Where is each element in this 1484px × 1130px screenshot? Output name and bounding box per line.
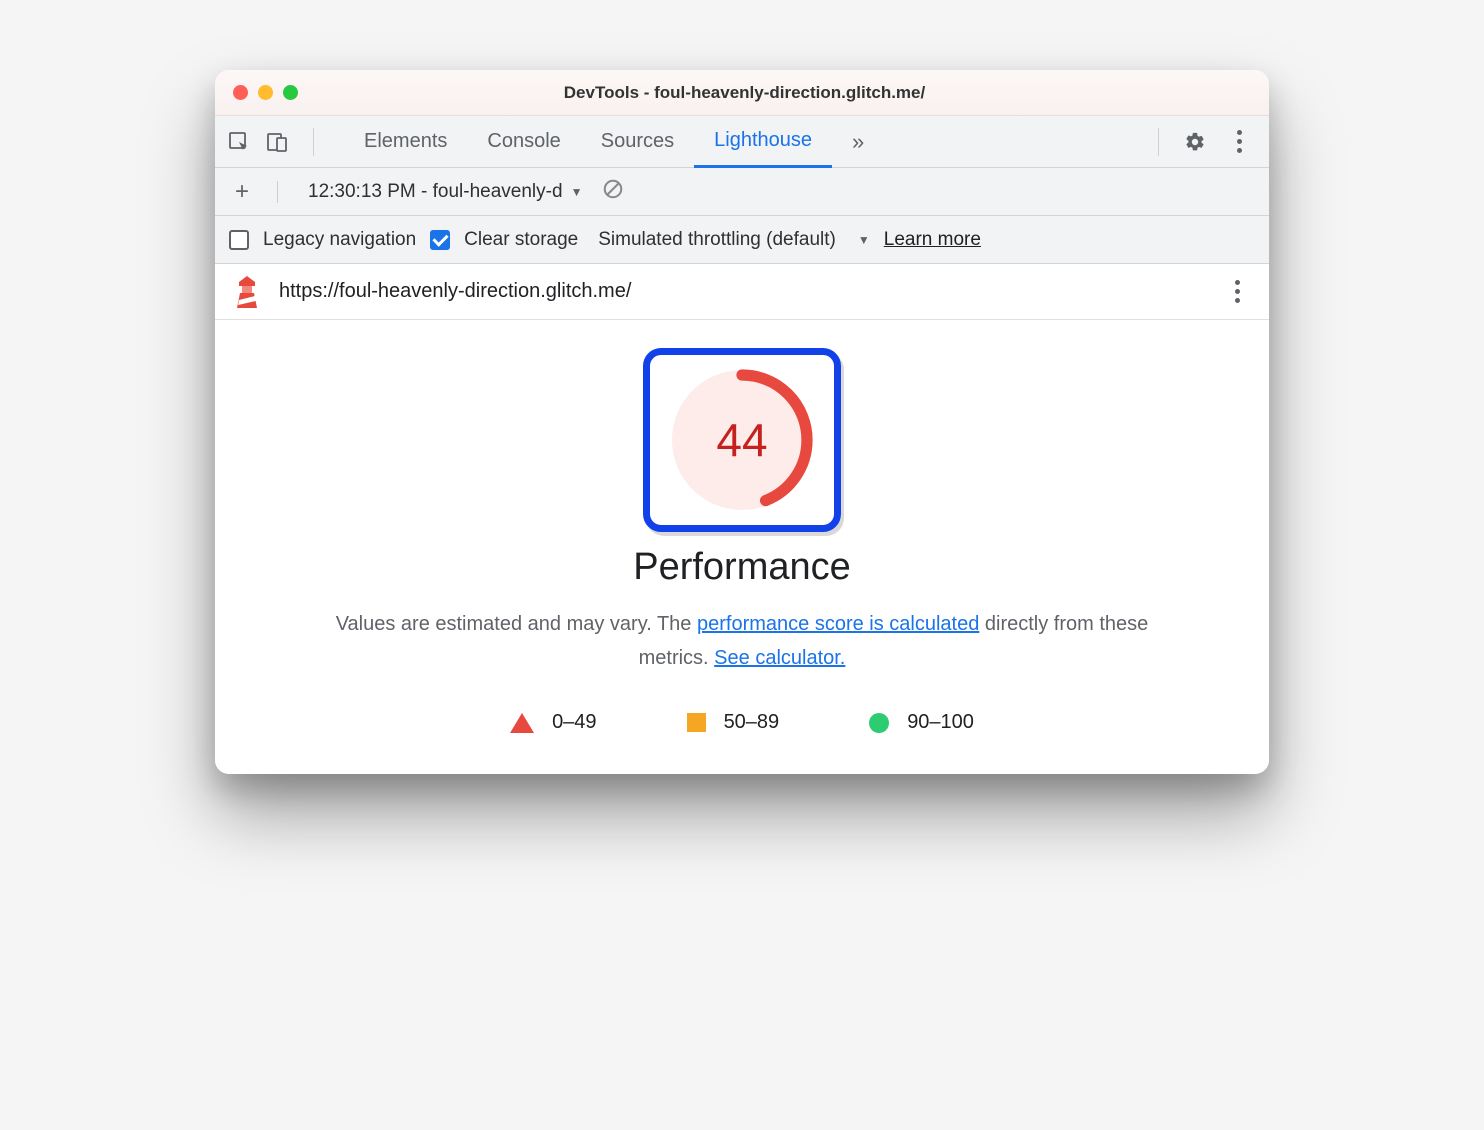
report-urlbar: https://foul-heavenly-direction.glitch.m… bbox=[215, 264, 1269, 320]
chevron-down-icon: ▼ bbox=[858, 233, 870, 247]
tab-lighthouse[interactable]: Lighthouse bbox=[694, 116, 832, 168]
tab-elements[interactable]: Elements bbox=[344, 116, 467, 168]
report-url: https://foul-heavenly-direction.glitch.m… bbox=[279, 280, 1205, 303]
performance-title: Performance bbox=[633, 546, 851, 589]
window-title: DevTools - foul-heavenly-direction.glitc… bbox=[238, 83, 1251, 103]
triangle-icon bbox=[510, 713, 534, 733]
legend-poor: 0–49 bbox=[510, 711, 597, 734]
performance-description: Values are estimated and may vary. The p… bbox=[332, 607, 1152, 675]
score-legend: 0–49 50–89 90–100 bbox=[510, 711, 974, 734]
lighthouse-toolbar: + 12:30:13 PM - foul-heavenly-d ▼ bbox=[215, 168, 1269, 216]
throttling-label: Simulated throttling (default) bbox=[598, 229, 836, 251]
settings-icon[interactable] bbox=[1177, 124, 1213, 160]
report-menu-icon[interactable] bbox=[1223, 280, 1251, 303]
chevron-down-icon: ▼ bbox=[571, 185, 583, 199]
separator bbox=[313, 128, 314, 156]
separator bbox=[1158, 128, 1159, 156]
clear-storage-checkbox[interactable] bbox=[430, 230, 450, 250]
legacy-navigation-label: Legacy navigation bbox=[263, 229, 416, 251]
more-options-icon[interactable] bbox=[1221, 124, 1257, 160]
lighthouse-options: Legacy navigation Clear storage Simulate… bbox=[215, 216, 1269, 264]
report-select-label: 12:30:13 PM - foul-heavenly-d bbox=[308, 181, 563, 203]
legend-poor-label: 0–49 bbox=[552, 711, 597, 734]
lighthouse-report: 44 Performance Values are estimated and … bbox=[215, 320, 1269, 774]
device-toolbar-icon[interactable] bbox=[265, 130, 289, 154]
tab-sources[interactable]: Sources bbox=[581, 116, 694, 168]
score-calc-link[interactable]: performance score is calculated bbox=[697, 613, 979, 635]
devtools-tabstrip: Elements Console Sources Lighthouse » bbox=[215, 116, 1269, 168]
legend-good-label: 90–100 bbox=[907, 711, 974, 734]
tab-console[interactable]: Console bbox=[467, 116, 580, 168]
clear-icon[interactable] bbox=[602, 178, 624, 206]
performance-gauge: 44 bbox=[667, 365, 817, 515]
legend-good: 90–100 bbox=[869, 711, 974, 734]
report-select[interactable]: 12:30:13 PM - foul-heavenly-d ▼ bbox=[300, 177, 590, 207]
titlebar: DevTools - foul-heavenly-direction.glitc… bbox=[215, 70, 1269, 116]
square-icon bbox=[687, 713, 706, 732]
see-calculator-link[interactable]: See calculator. bbox=[714, 647, 845, 669]
legend-avg-label: 50–89 bbox=[724, 711, 780, 734]
desc-text-1: Values are estimated and may vary. The bbox=[336, 613, 697, 635]
learn-more-link[interactable]: Learn more bbox=[884, 229, 981, 251]
new-report-button[interactable]: + bbox=[229, 178, 255, 206]
legacy-navigation-checkbox[interactable] bbox=[229, 230, 249, 250]
clear-storage-label: Clear storage bbox=[464, 229, 578, 251]
more-tabs-icon[interactable]: » bbox=[832, 116, 884, 168]
throttling-select[interactable]: Simulated throttling (default) ▼ bbox=[598, 229, 870, 251]
score-highlight-box: 44 bbox=[643, 348, 841, 532]
performance-score: 44 bbox=[667, 365, 817, 515]
inspect-element-icon[interactable] bbox=[227, 130, 251, 154]
separator bbox=[277, 181, 278, 203]
legend-avg: 50–89 bbox=[687, 711, 780, 734]
circle-icon bbox=[869, 713, 889, 733]
lighthouse-icon bbox=[233, 276, 261, 308]
devtools-window: DevTools - foul-heavenly-direction.glitc… bbox=[215, 70, 1269, 774]
